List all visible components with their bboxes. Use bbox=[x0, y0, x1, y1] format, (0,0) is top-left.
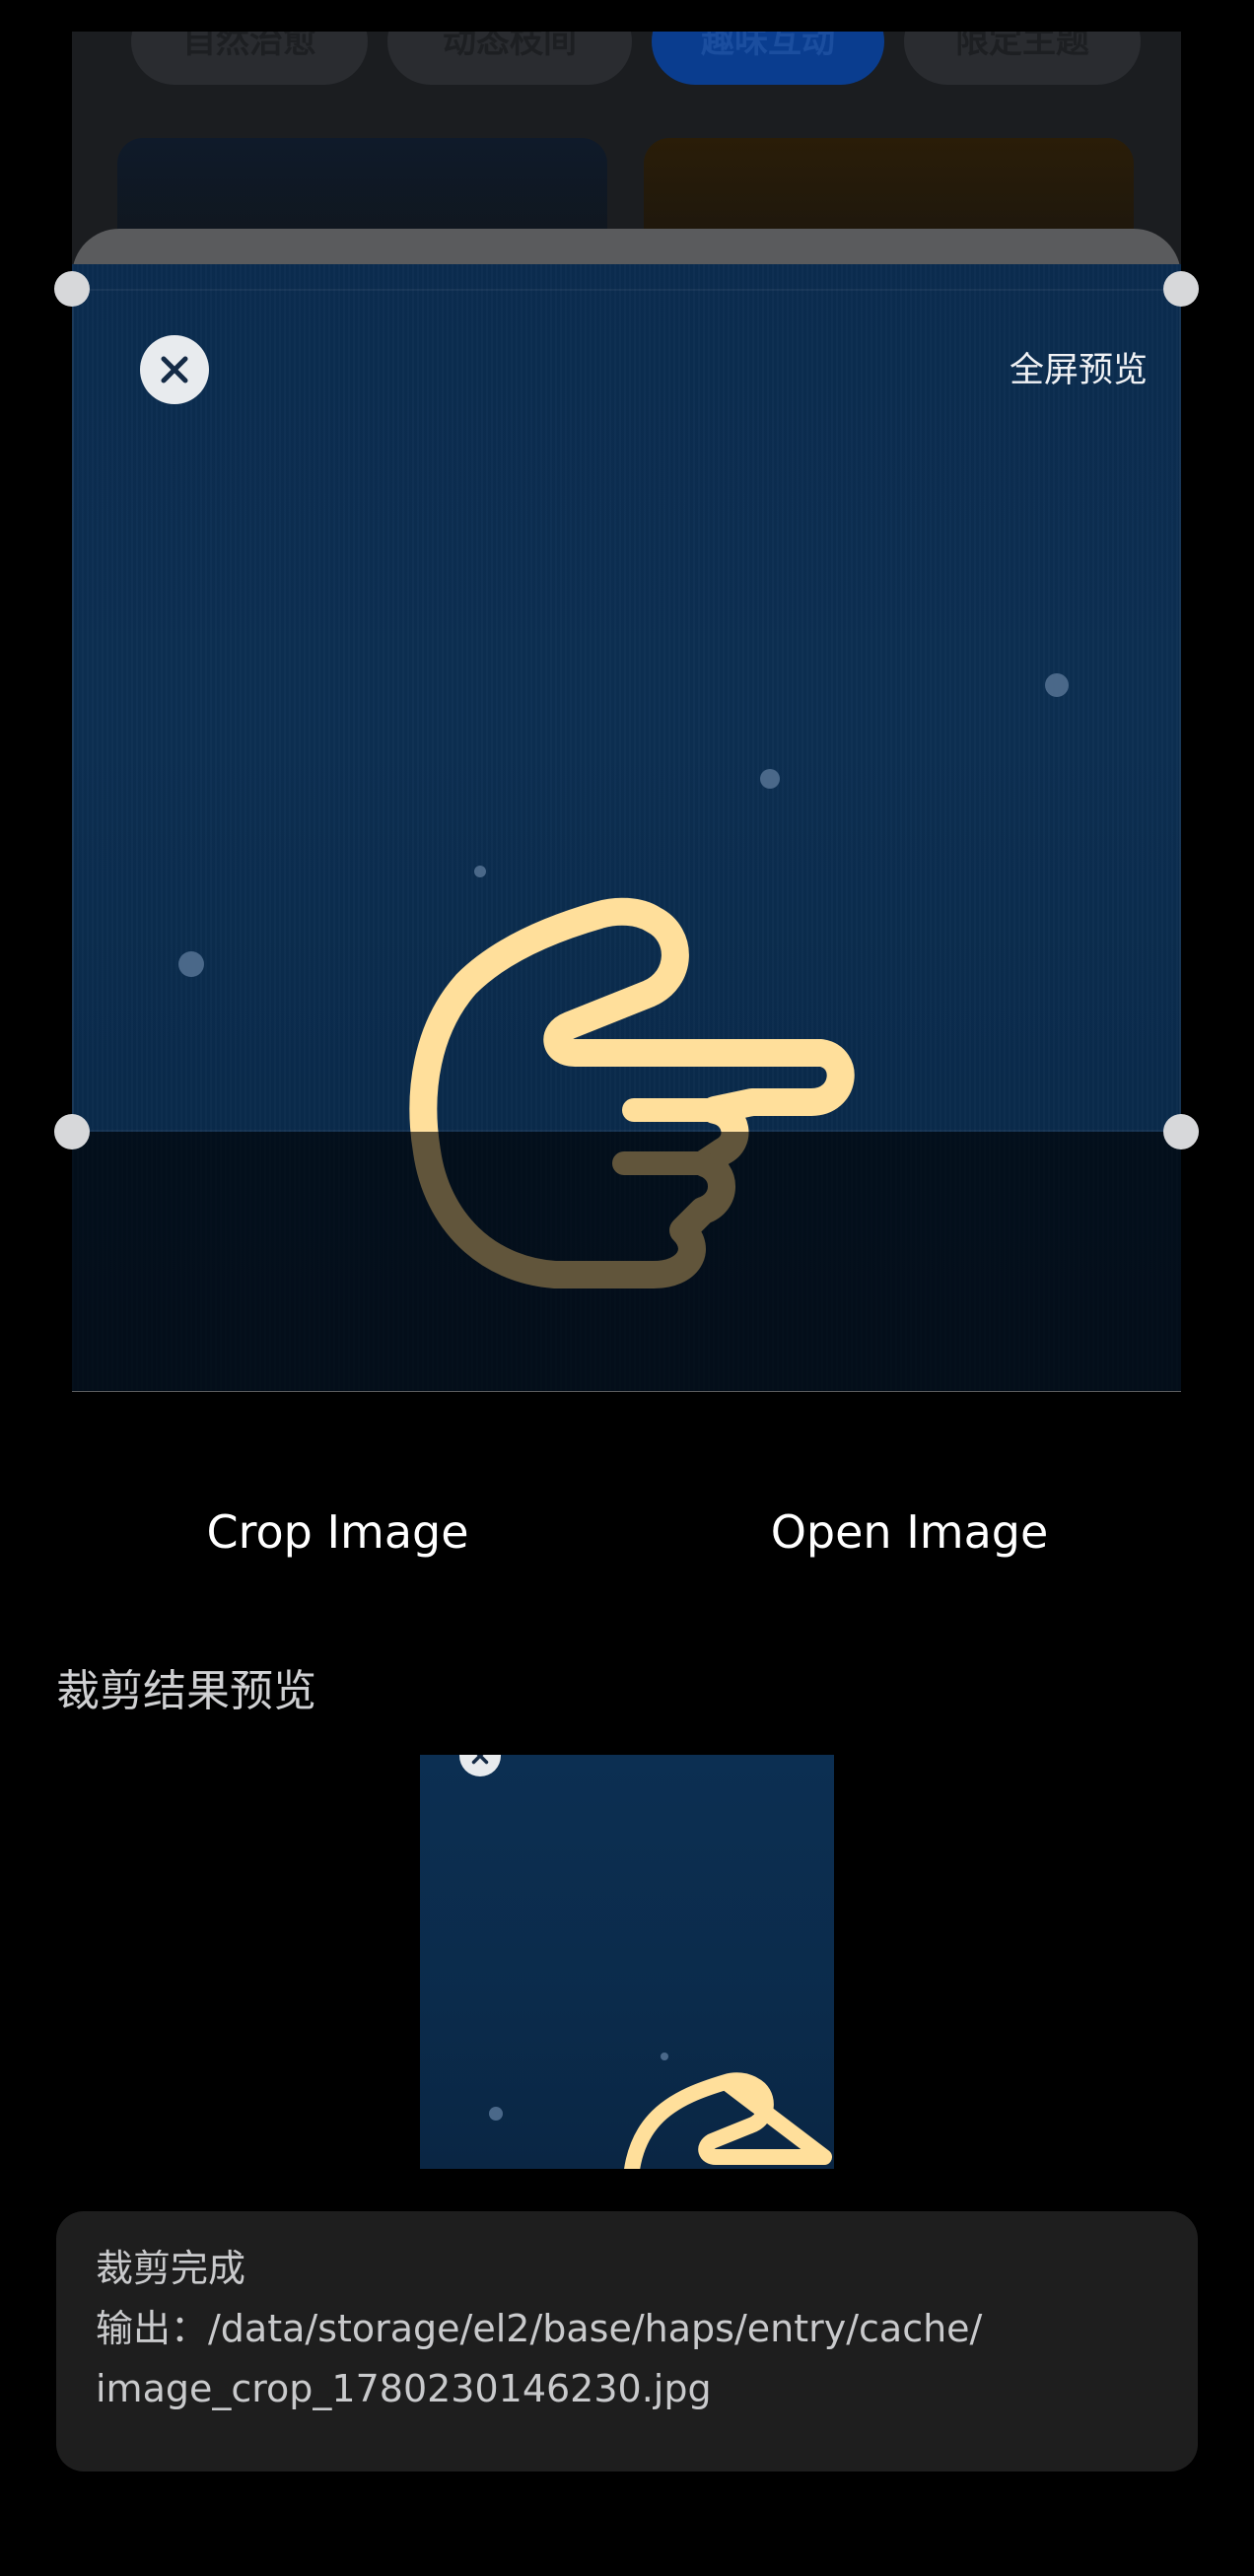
log-line-output-path: 输出：/data/storage/el2/base/haps/entry/cac… bbox=[96, 2307, 983, 2350]
preview-close-icon-image bbox=[459, 1755, 501, 1776]
crop-dim-overlay bbox=[72, 1132, 1181, 1391]
result-preview-title: 裁剪结果预览 bbox=[56, 1666, 316, 1716]
star-dot bbox=[489, 2107, 503, 2121]
crop-log-panel: 裁剪完成 输出：/data/storage/el2/base/haps/entr… bbox=[56, 2211, 1198, 2472]
open-image-button[interactable]: Open Image bbox=[734, 1491, 1084, 1573]
crop-handle-top-left[interactable] bbox=[54, 271, 90, 307]
crop-handle-bottom-left[interactable] bbox=[54, 1114, 90, 1149]
chip-fun[interactable]: 趣味互动 bbox=[652, 32, 884, 85]
close-icon bbox=[471, 1755, 489, 1765]
crop-image-button[interactable]: Crop Image bbox=[158, 1491, 518, 1573]
crop-handle-top-right[interactable] bbox=[1163, 271, 1199, 307]
category-chips: 自然治愈 动态枝间 趣味互动 限定主题 bbox=[131, 32, 1156, 93]
chip-limited[interactable]: 限定主题 bbox=[904, 32, 1141, 85]
chip-natural[interactable]: 自然治愈 bbox=[131, 32, 368, 85]
crop-handle-bottom-right[interactable] bbox=[1163, 1114, 1199, 1149]
crop-screen: 自然治愈 动态枝间 趣味互动 限定主题 全屏预览 Crop Image Open… bbox=[0, 0, 1254, 2576]
cropped-result-image bbox=[420, 1755, 834, 2169]
log-line-filename: image_crop_1780230146230.jpg bbox=[96, 2367, 712, 2410]
log-line-status: 裁剪完成 bbox=[96, 2247, 246, 2290]
crop-frame[interactable] bbox=[72, 289, 1181, 1132]
status-bar bbox=[0, 0, 1254, 32]
chip-dynamic[interactable]: 动态枝间 bbox=[387, 32, 632, 85]
pointing-hand-icon bbox=[624, 2072, 832, 2169]
